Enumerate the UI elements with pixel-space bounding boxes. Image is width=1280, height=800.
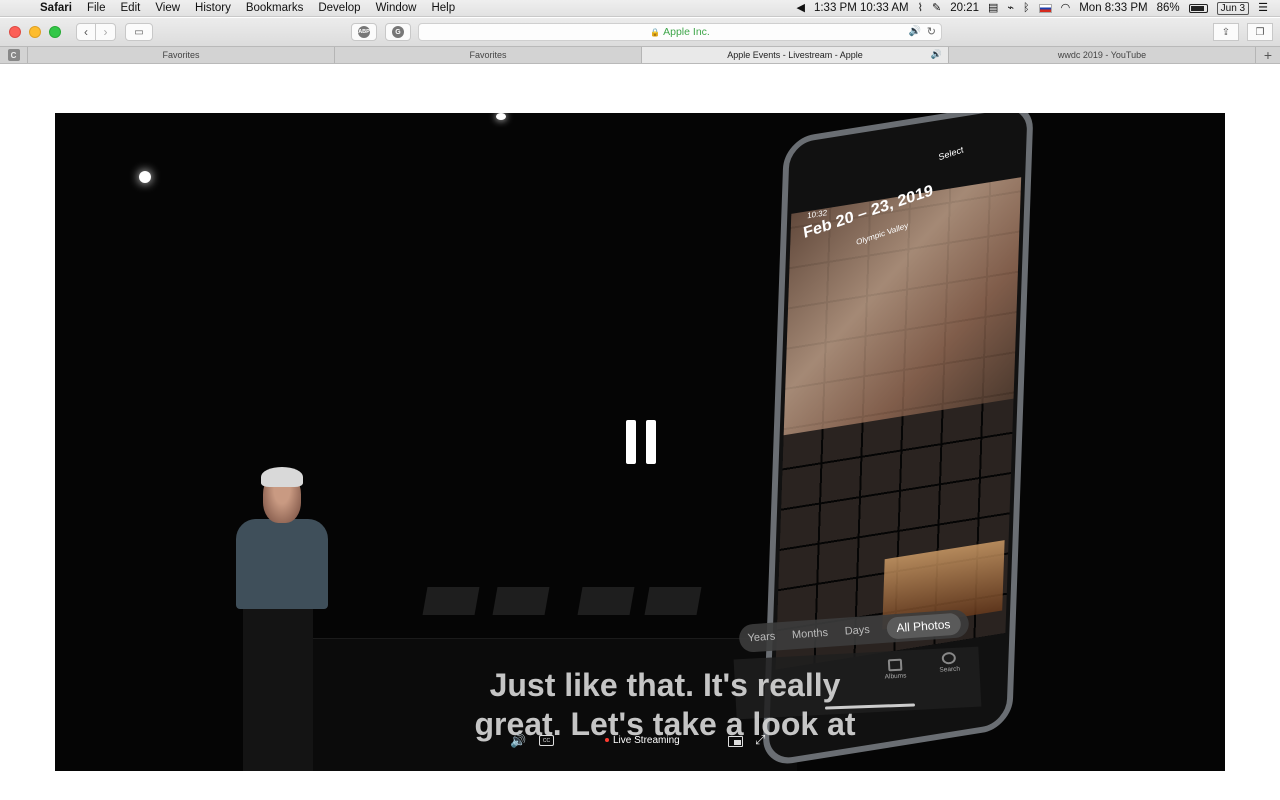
reload-icon[interactable]: ↻ — [927, 25, 936, 38]
segment-months: Months — [791, 626, 829, 642]
status-area: ◀ 1:33 PM 10:33 AM ⌇ ✎ 20:21 ▤ ⌁ ᛒ ◠ Mon… — [797, 1, 1280, 15]
menu-file[interactable]: File — [87, 2, 106, 14]
menu-view[interactable]: View — [155, 2, 180, 14]
live-dot-icon — [605, 738, 609, 743]
notes-icon[interactable]: ▤ — [988, 2, 998, 14]
chevron-right-icon: › — [103, 25, 108, 39]
forward-button[interactable]: › — [96, 23, 116, 41]
tab-bar: C Favorites Favorites Apple Events - Liv… — [0, 46, 1280, 64]
close-window-button[interactable] — [9, 26, 21, 38]
tab-audio-icon[interactable]: 🔊 — [931, 49, 942, 60]
live-label: Live Streaming — [613, 735, 680, 746]
input-source-flag-icon[interactable] — [1038, 3, 1052, 13]
back-button[interactable]: ‹ — [76, 23, 96, 41]
address-bar-text: Apple Inc. — [663, 26, 710, 38]
notification-center-icon[interactable]: ☰ — [1258, 2, 1268, 14]
segment-years: Years — [747, 630, 776, 645]
grammarly-icon: G — [392, 26, 404, 38]
video-controls: 🔊 CC Live Streaming ⤢ — [55, 731, 1225, 755]
battery-icon[interactable] — [1188, 3, 1208, 13]
menu-edit[interactable]: Edit — [121, 2, 141, 14]
pause-icon[interactable] — [626, 420, 656, 464]
video-player[interactable]: 10:32 Feb 20 – 23, 2019 Olympic Valley S… — [55, 113, 1225, 771]
segment-all-photos: All Photos — [885, 612, 962, 640]
address-bar[interactable]: 🔒 Apple Inc. 🔊 ↻ — [418, 23, 942, 41]
stage-monitor — [422, 587, 480, 615]
airplay-icon[interactable]: ⌁ — [1007, 2, 1014, 14]
wifi-icon[interactable]: ◠ — [1061, 2, 1071, 14]
pinned-tab-favicon-icon: C — [7, 49, 20, 61]
grammarly-extension-button[interactable]: G — [385, 23, 411, 41]
stage-light — [139, 171, 151, 183]
pinned-tab[interactable]: C — [0, 47, 28, 63]
fullscreen-icon[interactable]: ⤢ — [755, 732, 765, 748]
live-streaming-indicator: Live Streaming — [605, 735, 680, 746]
phone-select-label: Select — [937, 144, 965, 163]
segment-days: Days — [844, 623, 871, 638]
stage-light — [496, 113, 506, 120]
tab-title: wwdc 2019 - YouTube — [1057, 50, 1147, 60]
share-button[interactable]: ⇪ — [1213, 23, 1239, 41]
tab-apple-events[interactable]: Apple Events - Livestream - Apple 🔊 — [642, 47, 949, 63]
clock-text[interactable]: Mon 8:33 PM — [1079, 2, 1147, 14]
tab-title: Favorites — [469, 50, 507, 60]
picture-in-picture-icon[interactable] — [728, 736, 743, 747]
pen-icon[interactable]: ✎ — [932, 2, 941, 14]
tab-favorites-2[interactable]: Favorites — [335, 47, 642, 63]
calendar-badge[interactable]: Jun 3 — [1216, 1, 1250, 15]
minimize-window-button[interactable] — [29, 26, 41, 38]
adblock-icon: ABP — [358, 26, 370, 38]
search-icon — [941, 651, 957, 665]
presenter — [233, 467, 333, 771]
volume-icon[interactable]: 🔊 — [510, 733, 526, 749]
lock-icon: 🔒 — [650, 27, 661, 37]
tabs-overview-icon: ❐ — [1255, 26, 1265, 38]
world-clock-text[interactable]: 1:33 PM 10:33 AM — [814, 2, 909, 14]
menu-window[interactable]: Window — [376, 2, 417, 14]
window-controls — [9, 26, 61, 38]
caption-line-1: Just like that. It's really — [489, 667, 841, 703]
stage-monitor — [644, 587, 702, 615]
fullscreen-window-button[interactable] — [49, 26, 61, 38]
stage-monitor — [492, 587, 550, 615]
browser-toolbar: ‹ › ▭ ABP G 🔒 Apple Inc. 🔊 ↻ ⇪ ❐ — [0, 18, 1280, 46]
menu-bar: Safari File Edit View History Bookmarks … — [0, 0, 1280, 17]
tab-title: Apple Events - Livestream - Apple — [727, 50, 863, 60]
audio-playing-icon[interactable]: 🔊 — [909, 26, 921, 37]
share-icon: ⇪ — [1221, 26, 1231, 38]
adblock-extension-button[interactable]: ABP — [351, 23, 377, 41]
menu-app-name[interactable]: Safari — [40, 2, 72, 14]
tab-youtube[interactable]: wwdc 2019 - YouTube — [949, 47, 1256, 63]
tab-favorites-1[interactable]: Favorites — [28, 47, 335, 63]
menu-help[interactable]: Help — [431, 2, 455, 14]
menu-develop[interactable]: Develop — [318, 2, 360, 14]
paperclip-icon[interactable]: ⌇ — [918, 2, 923, 14]
navigation-buttons: ‹ › — [76, 23, 116, 41]
menu-history[interactable]: History — [195, 2, 231, 14]
menu-bookmarks[interactable]: Bookmarks — [246, 2, 304, 14]
telegram-icon[interactable]: ◀ — [797, 2, 805, 14]
tab-title: Favorites — [162, 50, 200, 60]
stage-monitor — [577, 587, 635, 615]
sidebar-icon: ▭ — [134, 26, 144, 38]
new-tab-button[interactable]: + — [1256, 47, 1280, 63]
battery-percent[interactable]: 86% — [1157, 2, 1180, 14]
sidebar-toggle-button[interactable]: ▭ — [125, 23, 153, 41]
bluetooth-icon[interactable]: ᛒ — [1023, 2, 1030, 14]
show-all-tabs-button[interactable]: ❐ — [1247, 23, 1273, 41]
chevron-left-icon: ‹ — [84, 25, 88, 39]
timer-text[interactable]: 20:21 — [950, 2, 979, 14]
captions-icon[interactable]: CC — [539, 735, 554, 746]
